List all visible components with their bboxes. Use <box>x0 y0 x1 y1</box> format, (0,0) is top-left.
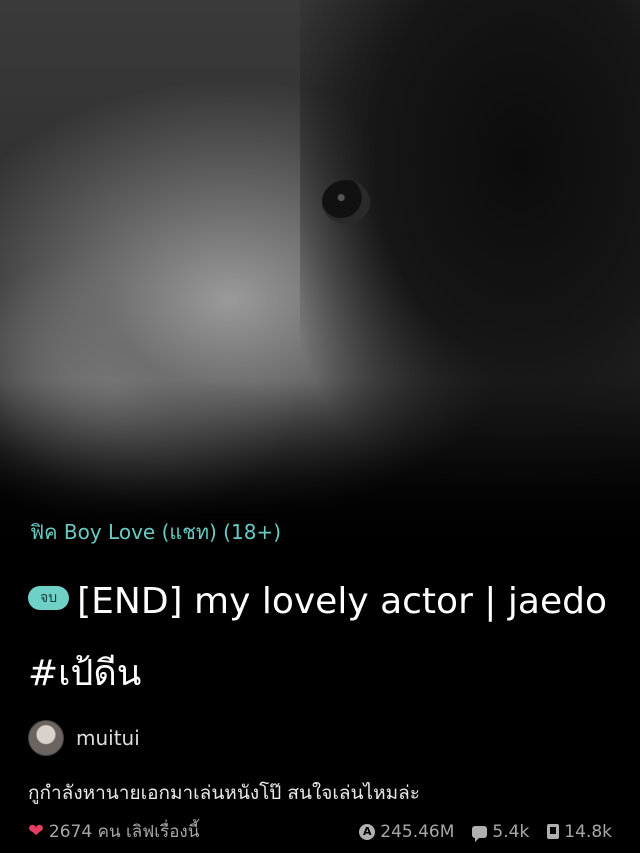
views-stat: A 245.46M <box>359 822 454 842</box>
story-title: [END] my lovely actor | jaedo #เป้ดีน <box>28 581 607 694</box>
author-name[interactable]: muitui <box>76 726 140 750</box>
stats-row: ❤ 2674 คน เลิฟเรื่องนี้ A 245.46M 5.4k 1… <box>28 818 612 845</box>
likes-stat[interactable]: ❤ 2674 คน เลิฟเรื่องนี้ <box>28 818 199 845</box>
cover-eye <box>322 180 370 224</box>
comment-icon <box>472 825 488 842</box>
likes-count: 2674 คน เลิฟเรื่องนี้ <box>48 822 200 842</box>
book-icon <box>547 824 560 839</box>
cover-fade <box>0 380 640 580</box>
chapters-stat: 14.8k <box>547 822 612 842</box>
story-description: กูกำลังหานายเอกมาเล่นหนังโป๊ สนใจเล่นไหม… <box>28 782 420 804</box>
category-label[interactable]: ฟิค Boy Love (แชท) (18+) <box>30 516 281 548</box>
comments-count: 5.4k <box>492 821 530 842</box>
avatar[interactable] <box>28 720 64 756</box>
heart-icon: ❤ <box>28 820 44 842</box>
views-count: 245.46M <box>380 821 455 842</box>
views-icon: A <box>359 823 376 840</box>
author-row[interactable]: muitui <box>28 720 140 756</box>
chapters-count: 14.8k <box>564 821 612 842</box>
story-title-block: จบ [END] my lovely actor | jaedo #เป้ดีน <box>28 566 618 710</box>
status-badge: จบ <box>28 586 70 610</box>
comments-stat: 5.4k <box>472 822 529 842</box>
